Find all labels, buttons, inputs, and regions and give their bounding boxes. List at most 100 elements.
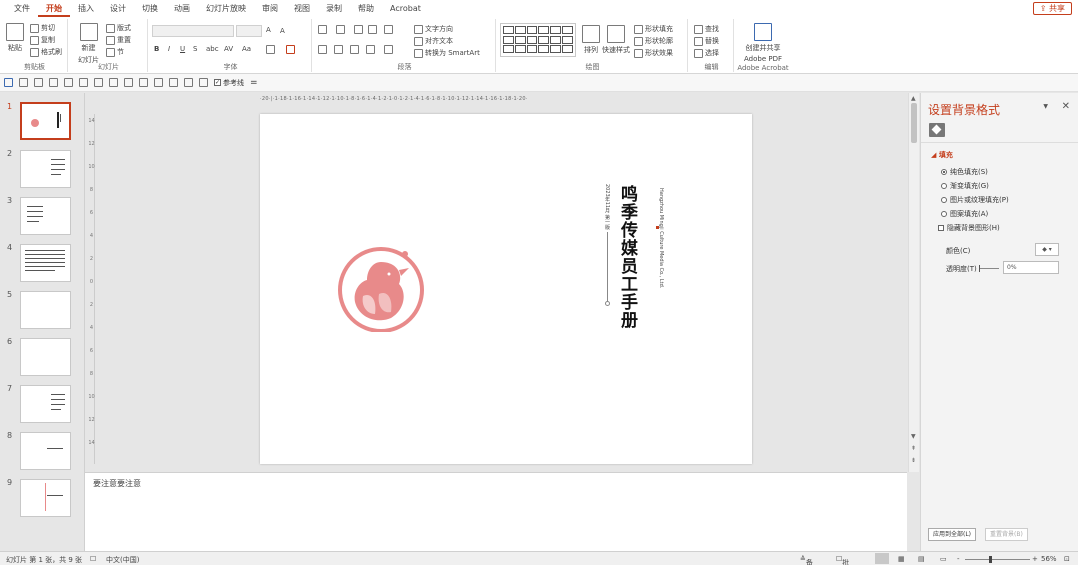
shadow-button[interactable]: abc	[206, 45, 219, 53]
gradient-fill-radio[interactable]: 渐变填充(G)	[941, 181, 989, 191]
line-shape-icon[interactable]	[526, 26, 538, 34]
star-shape-icon[interactable]	[562, 45, 573, 54]
slide-thumbnail-6[interactable]	[20, 338, 71, 376]
ungroup-qat-icon[interactable]	[199, 78, 208, 87]
curve-shape-icon[interactable]	[514, 45, 526, 54]
tab-view[interactable]: 视图	[286, 0, 318, 17]
pane-options-icon[interactable]: ▼	[1043, 103, 1048, 110]
shapes-gallery[interactable]	[500, 23, 576, 57]
slide-canvas[interactable]: 2023年11月 第一版 鸣季传媒员工手册 Hangzhou Mingji Cu…	[260, 114, 752, 464]
scroll-up-icon[interactable]: ▲	[911, 95, 916, 102]
prev-slide-icon[interactable]: ⇞	[911, 445, 916, 452]
present-icon[interactable]	[49, 78, 58, 87]
quick-styles-button[interactable]: 快速样式	[602, 25, 630, 55]
cut-button[interactable]: 剪切	[30, 23, 55, 33]
qat-more-icon[interactable]: =	[250, 78, 258, 88]
italic-button[interactable]: I	[168, 45, 170, 53]
align-bottom-qat-icon[interactable]	[139, 78, 148, 87]
connector-shape-icon[interactable]	[526, 35, 538, 44]
notes-pane[interactable]: 要注意要注意	[85, 472, 907, 551]
slide-thumbnail-1[interactable]	[20, 102, 71, 140]
slideshow-view-icon[interactable]: ▭	[940, 555, 947, 563]
reading-view-icon[interactable]: ▤	[918, 555, 925, 563]
font-name-combo[interactable]	[152, 25, 234, 37]
justify-button[interactable]	[366, 45, 375, 54]
slide-thumbnail-8[interactable]	[20, 432, 71, 470]
slide-sorter-icon[interactable]: ▦	[898, 555, 905, 563]
brace-shape-icon[interactable]	[550, 45, 562, 54]
font-shrink-button[interactable]: A	[280, 27, 285, 35]
increase-indent-button[interactable]	[368, 25, 377, 34]
slide-title[interactable]: 鸣季传媒员工手册	[617, 185, 637, 329]
zoom-in-icon[interactable]: +	[1032, 555, 1038, 563]
next-slide-icon[interactable]: ⇟	[911, 457, 916, 464]
align-center-button[interactable]	[334, 45, 343, 54]
text-direction-button[interactable]: 文字方向	[414, 24, 453, 34]
shape-fill-button[interactable]: 形状填充	[634, 24, 673, 34]
scroll-thumb[interactable]	[911, 103, 917, 143]
align-right-button[interactable]	[350, 45, 359, 54]
picture-fill-radio[interactable]: 图片或纹理填充(P)	[941, 195, 1009, 205]
fill-tab-icon[interactable]	[929, 123, 945, 137]
align-top-qat-icon[interactable]	[109, 78, 118, 87]
callout-shape-icon[interactable]	[503, 45, 514, 54]
paste-button[interactable]: 粘贴	[6, 23, 24, 53]
fill-section-header[interactable]: ◢ 填充	[931, 150, 953, 160]
tab-insert[interactable]: 插入	[70, 0, 102, 17]
solid-fill-radio[interactable]: 纯色填充(S)	[941, 167, 988, 177]
group-qat-icon[interactable]	[154, 78, 163, 87]
reset-button[interactable]: 重置	[106, 35, 131, 45]
line2-shape-icon[interactable]	[538, 26, 550, 34]
align-left-button[interactable]	[318, 45, 327, 54]
save-icon[interactable]	[4, 78, 13, 87]
tab-help[interactable]: 帮助	[350, 0, 382, 17]
strikethrough-button[interactable]: S	[193, 45, 197, 53]
down-arrow-shape-icon[interactable]	[562, 35, 573, 44]
tab-slideshow[interactable]: 幻灯片放映	[198, 0, 254, 17]
align-right-qat-icon[interactable]	[94, 78, 103, 87]
redo-icon[interactable]	[34, 78, 43, 87]
slide-thumbnail-9[interactable]	[20, 479, 71, 517]
notes-toggle[interactable]: ≙ 备注	[800, 555, 813, 565]
freeform-shape-icon[interactable]	[538, 45, 550, 54]
section-button[interactable]: 节	[106, 47, 124, 57]
tab-review[interactable]: 审阅	[254, 0, 286, 17]
line-spacing-button[interactable]	[384, 25, 393, 34]
change-case-button[interactable]: Aa	[242, 45, 251, 53]
align-left-qat-icon[interactable]	[64, 78, 73, 87]
bold-button[interactable]: B	[154, 45, 159, 53]
hide-background-checkbox[interactable]: 隐藏背景图形(H)	[938, 223, 1000, 233]
select-button[interactable]: 选择	[694, 48, 719, 58]
tab-transitions[interactable]: 切换	[134, 0, 166, 17]
tab-record[interactable]: 录制	[318, 0, 350, 17]
pattern-fill-radio[interactable]: 图案填充(A)	[941, 209, 988, 219]
align-middle-qat-icon[interactable]	[124, 78, 133, 87]
font-grow-button[interactable]: A	[266, 26, 271, 34]
undo-icon[interactable]	[19, 78, 28, 87]
share-button[interactable]: ⇪ 共享	[1032, 2, 1072, 15]
tab-design[interactable]: 设计	[102, 0, 134, 17]
shape-qat-icon[interactable]	[169, 78, 178, 87]
slide-thumbnail-2[interactable]	[20, 150, 71, 188]
spellcheck-icon[interactable]: ☐	[90, 555, 96, 563]
scroll-down-icon[interactable]: ▼	[911, 433, 916, 440]
oval-shape-icon[interactable]	[562, 26, 573, 34]
underline-button[interactable]: U	[180, 45, 185, 53]
font-color-button[interactable]	[286, 45, 295, 54]
textbox-shape-icon[interactable]	[514, 26, 526, 34]
vertical-scrollbar[interactable]: ▲ ▼ ⇞ ⇟	[908, 93, 919, 472]
align-center-qat-icon[interactable]	[79, 78, 88, 87]
tab-animations[interactable]: 动画	[166, 0, 198, 17]
copy-button[interactable]: 复制	[30, 35, 55, 45]
arrange-button[interactable]: 排列	[582, 25, 600, 55]
guides-checkbox[interactable]: ✓ 参考线	[214, 78, 244, 88]
reset-background-button[interactable]: 重置背景(B)	[985, 528, 1028, 541]
font-size-combo[interactable]	[236, 25, 262, 37]
apply-to-all-button[interactable]: 应用到全部(L)	[928, 528, 977, 541]
zoom-slider[interactable]	[965, 559, 1030, 560]
transparency-input[interactable]: 0%	[1003, 261, 1059, 274]
layout-button[interactable]: 版式	[106, 23, 131, 33]
spacing-button[interactable]: AV	[224, 45, 233, 53]
comments-toggle[interactable]: ☐ 批注	[836, 555, 849, 565]
shape-outline-button[interactable]: 形状轮廓	[634, 36, 673, 46]
